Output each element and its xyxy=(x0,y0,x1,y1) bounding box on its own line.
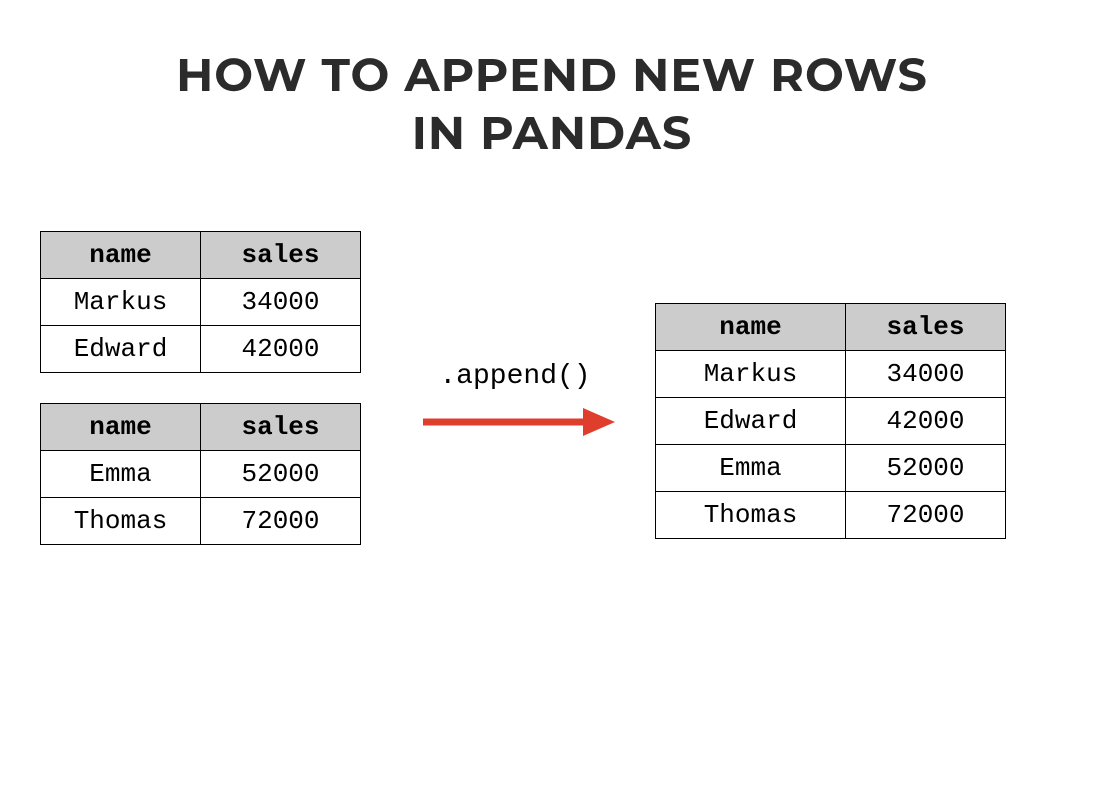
table-row: Markus 34000 xyxy=(41,279,361,326)
table-header-row: name sales xyxy=(41,232,361,279)
input-tables: name sales Markus 34000 Edward 42000 nam… xyxy=(40,231,361,545)
cell-sales: 42000 xyxy=(846,398,1006,445)
cell-name: Emma xyxy=(41,451,201,498)
col-header-name: name xyxy=(41,232,201,279)
table-row: Thomas 72000 xyxy=(656,492,1006,539)
col-header-sales: sales xyxy=(201,404,361,451)
method-label: .append() xyxy=(400,361,630,392)
cell-sales: 42000 xyxy=(201,326,361,373)
cell-sales: 52000 xyxy=(201,451,361,498)
cell-name: Thomas xyxy=(656,492,846,539)
col-header-name: name xyxy=(41,404,201,451)
table-row: Emma 52000 xyxy=(41,451,361,498)
table-row: Thomas 72000 xyxy=(41,498,361,545)
col-header-sales: sales xyxy=(846,304,1006,351)
table-row: Edward 42000 xyxy=(41,326,361,373)
cell-sales: 72000 xyxy=(201,498,361,545)
table-result: name sales Markus 34000 Edward 42000 Emm… xyxy=(655,303,1006,539)
cell-name: Thomas xyxy=(41,498,201,545)
cell-name: Markus xyxy=(656,351,846,398)
cell-name: Edward xyxy=(41,326,201,373)
table-input-2: name sales Emma 52000 Thomas 72000 xyxy=(40,403,361,545)
table-row: Emma 52000 xyxy=(656,445,1006,492)
cell-name: Markus xyxy=(41,279,201,326)
table-header-row: name sales xyxy=(656,304,1006,351)
table-input-1: name sales Markus 34000 Edward 42000 xyxy=(40,231,361,373)
title-line2: IN PANDAS xyxy=(0,104,1104,162)
cell-sales: 72000 xyxy=(846,492,1006,539)
arrow-right-icon xyxy=(415,402,615,442)
col-header-name: name xyxy=(656,304,846,351)
table-header-row: name sales xyxy=(41,404,361,451)
table-row: Edward 42000 xyxy=(656,398,1006,445)
page-title: HOW TO APPEND NEW ROWS IN PANDAS xyxy=(0,46,1104,161)
arrow-area: .append() xyxy=(400,361,630,442)
cell-name: Edward xyxy=(656,398,846,445)
title-line1: HOW TO APPEND NEW ROWS xyxy=(0,46,1104,104)
cell-sales: 34000 xyxy=(201,279,361,326)
col-header-sales: sales xyxy=(201,232,361,279)
table-row: Markus 34000 xyxy=(656,351,1006,398)
cell-sales: 34000 xyxy=(846,351,1006,398)
cell-sales: 52000 xyxy=(846,445,1006,492)
output-table-area: name sales Markus 34000 Edward 42000 Emm… xyxy=(655,303,1006,539)
cell-name: Emma xyxy=(656,445,846,492)
